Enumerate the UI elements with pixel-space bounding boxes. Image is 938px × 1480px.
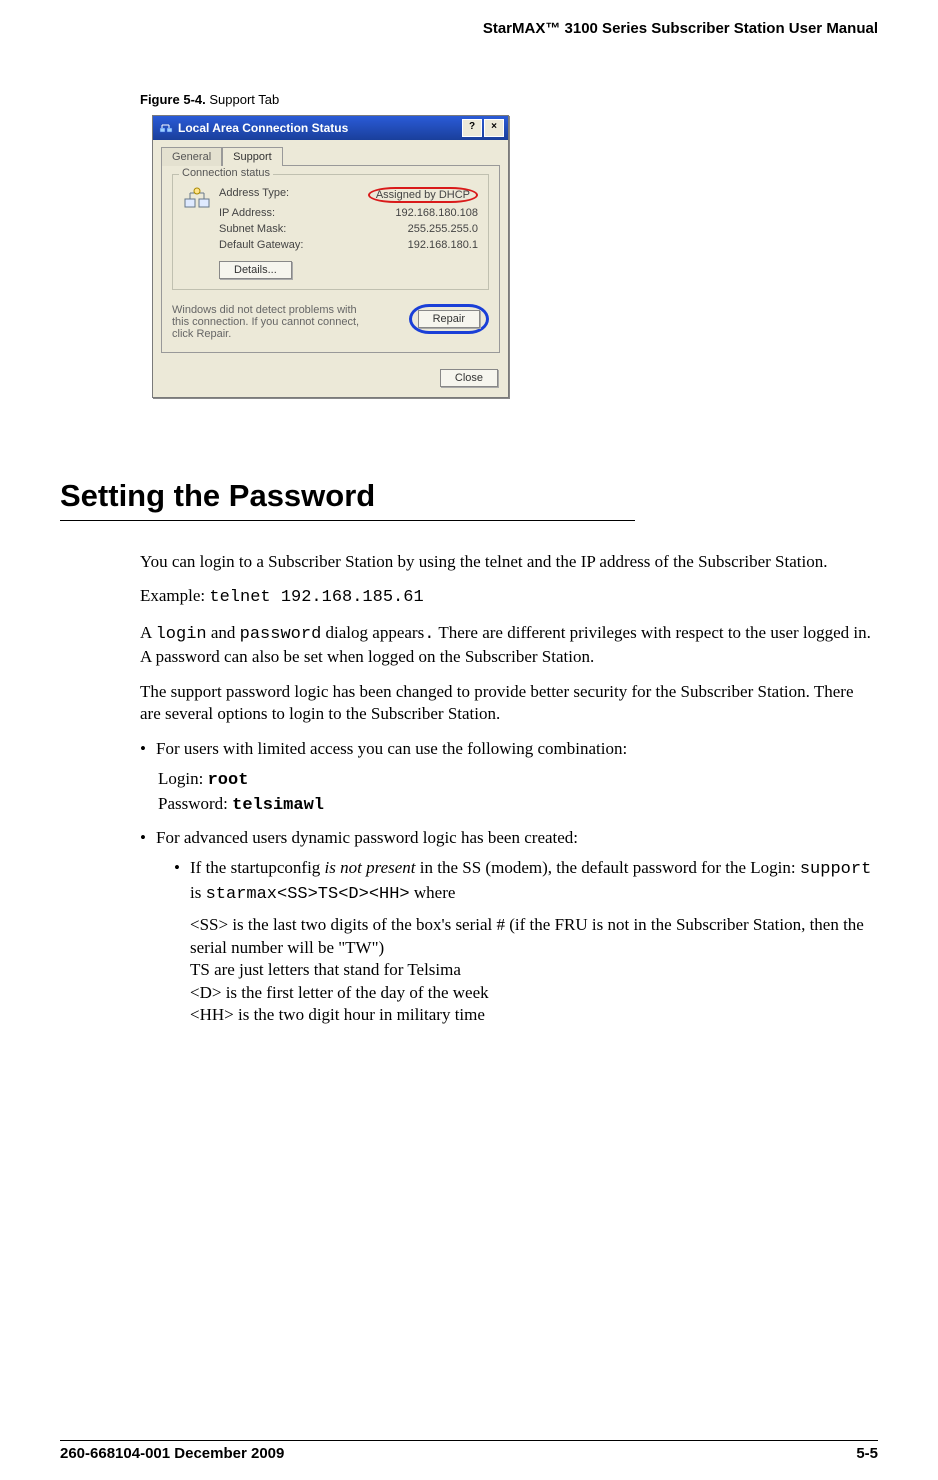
subnet-mask-value: 255.255.255.0 (408, 223, 478, 235)
page-footer: 260-668104-001 December 2009 5-5 (60, 1440, 878, 1462)
bullet-startupconfig: If the startupconfig is not present in t… (174, 857, 878, 1026)
page-header-title: StarMAX™ 3100 Series Subscriber Station … (60, 20, 878, 37)
login-word: login (156, 625, 207, 644)
password-value: telsimawl (232, 796, 324, 815)
password-pattern-code: starmax<SS>TS<D><HH> (206, 885, 410, 904)
repair-highlight-circle: Repair (409, 304, 489, 334)
close-window-button[interactable]: × (484, 119, 504, 137)
paragraph-example: Example: telnet 192.168.185.61 (140, 585, 878, 609)
paragraph-login-dialog: A login and password dialog appears. The… (140, 622, 878, 669)
explain-ss: <SS> is the last two digits of the box's… (190, 914, 878, 959)
example-command: telnet 192.168.185.61 (209, 588, 423, 607)
paragraph-support-logic: The support password logic has been chan… (140, 681, 878, 726)
bullet-limited-access: For users with limited access you can us… (140, 738, 878, 817)
subnet-mask-label: Subnet Mask: (219, 223, 286, 235)
ip-address-label: IP Address: (219, 207, 275, 219)
figure-number: Figure 5-4. (140, 92, 206, 107)
tab-support[interactable]: Support (222, 147, 283, 166)
italic-not-present: is not present (325, 858, 416, 877)
body-text: You can login to a Subscriber Station by… (140, 551, 878, 1026)
close-button[interactable]: Close (440, 369, 498, 387)
ip-address-value: 192.168.180.108 (395, 207, 478, 219)
footer-page-number: 5-5 (856, 1445, 878, 1462)
dialog-title: Local Area Connection Status (178, 121, 460, 135)
connection-status-fieldset: Connection status Address Type: Assigned… (172, 174, 489, 290)
tab-panel: Connection status Address Type: Assigned… (161, 165, 500, 353)
fieldset-legend: Connection status (179, 167, 273, 179)
help-button[interactable]: ? (462, 119, 482, 137)
address-type-label: Address Type: (219, 187, 289, 203)
password-label: Password: (158, 794, 232, 813)
tab-general[interactable]: General (161, 147, 222, 166)
figure-caption: Figure 5-4. Support Tab (140, 92, 878, 107)
bullet-advanced-users: For advanced users dynamic password logi… (140, 827, 878, 1027)
login-value: root (208, 771, 249, 790)
explain-d: <D> is the first letter of the day of th… (190, 982, 878, 1004)
figure-title: Support Tab (206, 92, 279, 107)
default-gateway-label: Default Gateway: (219, 239, 303, 251)
example-label: Example: (140, 586, 209, 605)
login-label: Login: (158, 769, 208, 788)
repair-button[interactable]: Repair (418, 310, 480, 328)
tab-strip: General Support (153, 140, 508, 165)
section-rule (60, 520, 635, 521)
footer-docid: 260-668104-001 December 2009 (60, 1445, 284, 1462)
repair-message: Windows did not detect problems with thi… (172, 304, 372, 340)
dialog-window: Local Area Connection Status ? × General… (152, 115, 509, 398)
default-gateway-value: 192.168.180.1 (408, 239, 478, 251)
explain-ts: TS are just letters that stand for Telsi… (190, 959, 878, 981)
address-type-value: Assigned by DHCP (368, 187, 478, 203)
password-word: password (240, 625, 322, 644)
explain-hh: <HH> is the two digit hour in military t… (190, 1004, 878, 1026)
details-button[interactable]: Details... (219, 261, 292, 279)
section-heading: Setting the Password (60, 478, 878, 514)
network-icon (183, 185, 211, 213)
support-login-code: support (800, 860, 871, 879)
paragraph-intro: You can login to a Subscriber Station by… (140, 551, 878, 573)
titlebar[interactable]: Local Area Connection Status ? × (153, 116, 508, 140)
network-status-icon (159, 121, 173, 135)
